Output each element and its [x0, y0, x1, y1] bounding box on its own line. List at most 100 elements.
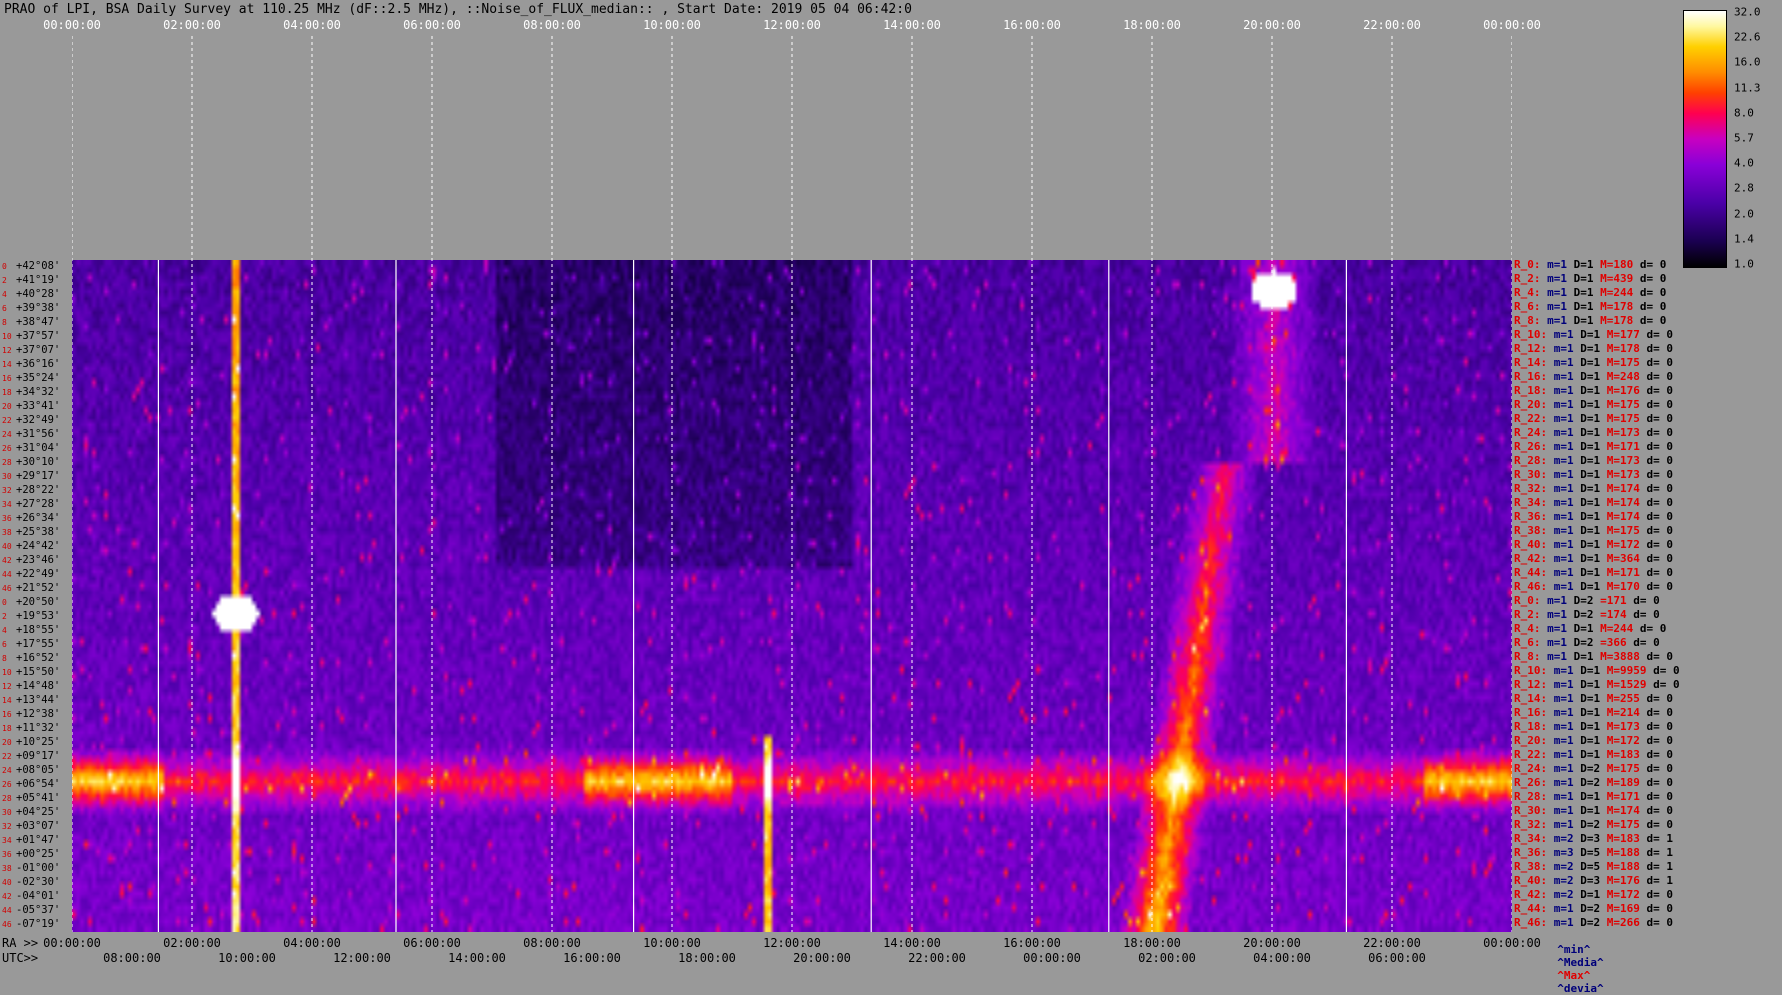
stat-r: R_38:	[1514, 860, 1554, 873]
declination-value: +40°28'	[16, 288, 61, 300]
stat-r: R_2:	[1514, 272, 1548, 285]
beam-stat-row: R_2: m=1 D=1 M=439 d= 0	[1514, 272, 1666, 285]
declination-label: 14 +36°16'	[2, 358, 60, 371]
stat-M: M=176	[1606, 874, 1647, 887]
stat-dd: d= 0	[1646, 342, 1674, 355]
stat-r: R_36:	[1514, 510, 1554, 523]
beam-index: 2	[2, 276, 7, 285]
beam-index: 40	[2, 878, 12, 887]
stat-M: M=174	[1606, 496, 1647, 509]
stat-r: R_24:	[1514, 426, 1554, 439]
stat-r: R_26:	[1514, 440, 1554, 453]
declination-value: +42°08'	[16, 260, 61, 272]
stat-M: M=174	[1606, 804, 1647, 817]
declination-value: +33°41'	[16, 400, 61, 412]
declination-label: 46 -07°19'	[2, 918, 60, 931]
beam-stat-row: R_12: m=1 D=1 M=178 d= 0	[1514, 342, 1673, 355]
beam-index: 14	[2, 360, 12, 369]
beam-index: 8	[2, 318, 7, 327]
declination-value: +30°10'	[16, 456, 61, 468]
heatmap-svg	[72, 36, 1512, 932]
beam-stat-row: R_20: m=1 D=1 M=175 d= 0	[1514, 398, 1673, 411]
stat-m: m=1	[1547, 300, 1574, 313]
stat-d: D=1	[1580, 482, 1607, 495]
declination-value: +03°07'	[16, 820, 61, 832]
stat-r: R_16:	[1514, 706, 1554, 719]
bottom-utc-axis: UTC>> 08:00:00 10:00:00 12:00:00 14:00:00 16…	[0, 951, 1520, 967]
declination-value: +37°57'	[16, 330, 61, 342]
stat-dd: d= 0	[1646, 580, 1674, 593]
beam-index: 42	[2, 892, 12, 901]
stat-M: M=172	[1606, 538, 1647, 551]
stat-dd: d= 0	[1639, 286, 1667, 299]
stat-M: M=183	[1606, 832, 1647, 845]
stat-d: D=1	[1580, 328, 1607, 341]
stat-m: m=1	[1553, 412, 1581, 425]
declination-label: 42 -04°01'	[2, 890, 60, 903]
beam-stat-row: R_16: m=1 D=1 M=248 d= 0	[1514, 370, 1673, 383]
beam-stat-row: R_24: m=1 D=1 M=173 d= 0	[1514, 426, 1673, 439]
stat-r: R_10:	[1514, 664, 1554, 677]
stat-M: M=171	[1606, 440, 1647, 453]
beam-index: 12	[2, 682, 12, 691]
colorbar-tick-label: 22.6	[1734, 30, 1761, 44]
stat-r: R_40:	[1514, 874, 1554, 887]
beam-index: 0	[2, 598, 7, 607]
stat-r: R_6:	[1514, 300, 1548, 313]
stat-dd: d= 0	[1646, 454, 1674, 467]
stat-dd: d= 0	[1646, 804, 1674, 817]
declination-label: 38 +25°38'	[2, 526, 60, 539]
beam-index: 26	[2, 444, 12, 453]
stat-M: M=244	[1600, 286, 1640, 299]
stat-dd: d= 0	[1646, 552, 1674, 565]
beam-index: 6	[2, 304, 7, 313]
stat-d: D=3	[1580, 874, 1607, 887]
utc-tick-label: 02:00:00	[1138, 951, 1196, 965]
stat-r: R_8:	[1514, 650, 1548, 663]
colorbar-tick-label: 8.0	[1734, 106, 1754, 120]
declination-value: +25°38'	[16, 526, 61, 538]
declination-value: +41°19'	[16, 274, 61, 286]
stat-d: D=1	[1580, 510, 1607, 523]
colorbar-tick-label: 2.0	[1734, 207, 1754, 221]
stat-d: D=1	[1580, 580, 1607, 593]
top-tick-label: 10:00:00	[643, 18, 701, 32]
colorbar-tick-label: 1.0	[1734, 257, 1754, 271]
bottom-ra-axis: RA >> 00:00:00 02:00:00 04:00:00 06:00:00 08…	[0, 936, 1541, 952]
declination-label: 12 +14°48'	[2, 680, 60, 693]
stat-dd: d= 0	[1639, 314, 1667, 327]
stat-M: M=172	[1606, 888, 1647, 901]
beam-stat-row: R_30: m=1 D=1 M=174 d= 0	[1514, 804, 1673, 817]
stat-m: m=1	[1547, 314, 1574, 327]
stat-d: D=2	[1580, 776, 1607, 789]
stat-m: m=2	[1553, 860, 1581, 873]
declination-label: 40 +24°42'	[2, 540, 60, 553]
stat-M: M=183	[1606, 748, 1647, 761]
stat-M: M=175	[1606, 398, 1647, 411]
declination-value: +36°16'	[16, 358, 61, 370]
stat-m: m=1	[1553, 762, 1581, 775]
declination-value: -02°30'	[16, 876, 61, 888]
stat-dd: d= 0	[1646, 706, 1674, 719]
declination-label: 8 +38°47'	[2, 316, 60, 329]
stat-d: D=1	[1580, 356, 1607, 369]
chart-title: PRAO of LPI, BSA Daily Survey at 110.25 …	[4, 2, 912, 17]
beam-stat-row: R_24: m=1 D=2 M=175 d= 0	[1514, 762, 1673, 775]
declination-value: -05°37'	[16, 904, 61, 916]
stat-d: D=1	[1573, 300, 1601, 313]
beam-stat-row: R_4: m=1 D=1 M=244 d= 0	[1514, 622, 1666, 635]
beam-stat-row: R_14: m=1 D=1 M=175 d= 0	[1514, 356, 1673, 369]
ra-tick-label: 20:00:00	[1243, 936, 1301, 950]
declination-value: +09°17'	[16, 750, 61, 762]
stat-r: R_44:	[1514, 902, 1554, 915]
beam-stat-row: R_42: m=1 D=1 M=364 d= 0	[1514, 552, 1673, 565]
stat-d: D=2	[1580, 902, 1607, 915]
stat-dd: d= 1	[1646, 846, 1674, 859]
stat-d: D=1	[1580, 538, 1607, 551]
stat-m: m=2	[1553, 888, 1581, 901]
stat-m: m=1	[1547, 636, 1574, 649]
ra-tick-label: 08:00:00	[523, 936, 581, 950]
stat-r: R_0:	[1514, 258, 1548, 271]
beam-index: 32	[2, 822, 12, 831]
stat-M: M=189	[1606, 776, 1647, 789]
